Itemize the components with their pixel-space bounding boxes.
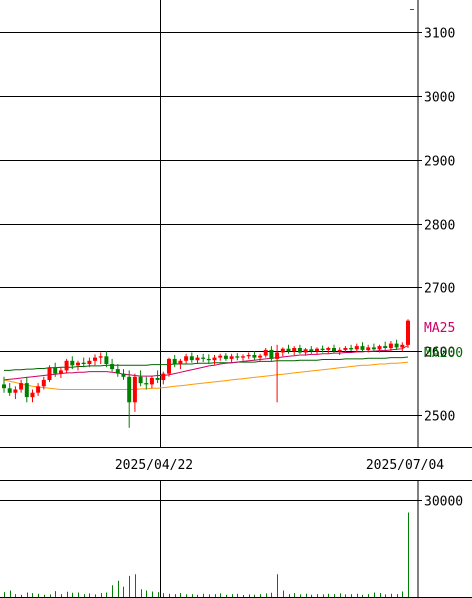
candle-body <box>58 370 63 374</box>
candle-body <box>149 378 154 385</box>
volume-tick-label: 30000 <box>424 495 463 510</box>
candle-body <box>343 348 348 350</box>
candle-body <box>201 357 206 359</box>
candle-body <box>24 383 29 398</box>
y-tick-label: 2700 <box>424 282 455 297</box>
candle-body <box>70 360 75 366</box>
candle-body <box>377 346 382 350</box>
y-tick-label: 2900 <box>424 155 455 170</box>
candle-body <box>64 360 69 371</box>
candle-body <box>167 358 171 374</box>
candle-body <box>47 367 52 380</box>
candle-body <box>394 343 399 348</box>
candle-body <box>315 348 319 352</box>
candle-body <box>337 349 342 352</box>
candle-body <box>286 348 291 352</box>
candle-body <box>212 357 217 361</box>
candle-body <box>132 376 137 403</box>
candle-body <box>93 357 97 361</box>
candle-body <box>13 389 18 393</box>
candle-body <box>104 356 109 364</box>
stock-chart: 2500260027002800290030003100MA25MA200 30… <box>0 0 472 598</box>
candle-body <box>30 392 35 398</box>
y-tick-label: 3000 <box>424 91 455 106</box>
candle-body <box>41 379 46 387</box>
candle-body <box>7 388 12 393</box>
candle-body <box>195 357 200 361</box>
candle-body <box>189 356 194 361</box>
candle-body <box>406 320 410 345</box>
candle-body <box>98 356 103 358</box>
candle-body <box>366 347 371 350</box>
candle-body <box>383 346 388 348</box>
candle-body <box>360 346 365 350</box>
candle-body <box>252 355 257 358</box>
candle-body <box>110 364 115 370</box>
candle-body <box>144 383 149 385</box>
candle-body <box>229 356 234 359</box>
candle-body <box>400 344 405 348</box>
candle-body <box>218 355 223 358</box>
candle-body <box>275 352 280 359</box>
candle-body <box>258 355 263 358</box>
candle-body <box>297 348 302 353</box>
y-tick-label: 2800 <box>424 219 455 234</box>
candle-body <box>115 369 120 374</box>
candle-body <box>2 384 6 389</box>
candle-body <box>178 360 183 364</box>
candle-body <box>303 349 308 353</box>
candle-body <box>235 356 240 358</box>
legend-label-ma25: MA25 <box>424 321 455 336</box>
y-tick-label: 3100 <box>424 27 455 42</box>
candle-body <box>388 343 393 349</box>
candle-body <box>138 376 143 384</box>
candle-body <box>161 373 166 380</box>
legend-label-ma200: MA200 <box>424 346 463 361</box>
candle-body <box>87 360 92 364</box>
candle-body <box>121 373 126 377</box>
candle-body <box>269 349 274 359</box>
candle-body <box>223 355 228 359</box>
candle-body <box>280 348 285 353</box>
candle-body <box>53 367 58 374</box>
candle-body <box>320 348 325 350</box>
candle-body <box>127 376 132 403</box>
candle-body <box>349 348 354 350</box>
candle-body <box>206 358 211 361</box>
candle-body <box>371 347 376 350</box>
candle-body <box>19 383 24 390</box>
candle-body <box>326 348 331 350</box>
candle-body <box>246 355 251 357</box>
candle-body <box>36 386 41 393</box>
candle-body <box>309 349 314 352</box>
candle-body <box>292 348 297 352</box>
candle-body <box>332 348 336 352</box>
price-panel: 2500260027002800290030003100MA25MA200 <box>0 0 472 448</box>
candle-body <box>155 378 160 380</box>
x-tick-label: 2025/07/04 <box>366 458 444 473</box>
candle-body <box>354 346 359 350</box>
candle-body <box>76 362 80 366</box>
x-tick-label: 2025/04/22 <box>115 458 193 473</box>
candle-body <box>241 356 245 358</box>
volume-panel: 30000 <box>0 480 472 598</box>
candle-body <box>263 349 268 356</box>
y-tick-label: 2500 <box>424 410 455 425</box>
candle-body <box>172 358 177 364</box>
candle-body <box>81 362 86 364</box>
candle-body <box>184 356 189 361</box>
